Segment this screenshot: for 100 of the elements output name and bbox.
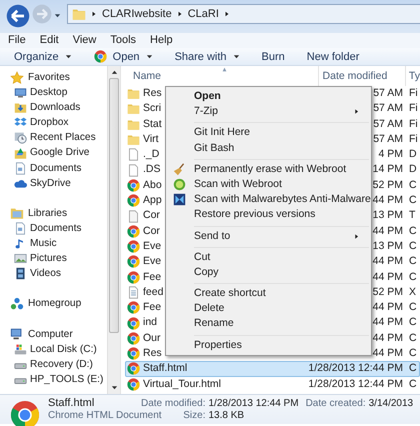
file-type: C (409, 300, 418, 316)
nav-section[interactable]: Computer (28, 326, 73, 342)
nav-item[interactable]: Documents (30, 160, 82, 176)
file-date: 44 PM (372, 330, 403, 346)
menu-item[interactable]: Edit (40, 33, 59, 48)
file-type: C (409, 376, 418, 392)
nav-item[interactable]: Local Disk (C:) (30, 342, 97, 357)
menu-option[interactable]: Rename (168, 316, 369, 332)
file-name: .DS (143, 162, 161, 178)
nav-item[interactable]: Google Drive (30, 145, 90, 161)
file-name: Eve (143, 254, 162, 270)
toolbar-button[interactable]: Open (94, 48, 153, 66)
menu-option[interactable]: Cut (168, 250, 369, 265)
detail-value: 1/28/2013 12:44 PM (208, 398, 299, 410)
menu-item[interactable]: File (8, 33, 26, 48)
menu-option[interactable]: Send to (168, 228, 369, 244)
nav-item[interactable]: Documents (30, 220, 82, 236)
selected-file-row[interactable]: Staff.html 1/28/2013 12:44 PM C (125, 361, 420, 377)
file-type: Chrome HTML Document (48, 410, 162, 422)
file-name: Scri (143, 101, 162, 116)
file-date: 1/28/2013 12:44 PM (308, 361, 403, 376)
file-type: C (409, 346, 418, 362)
file-type: C (409, 224, 418, 239)
nav-item[interactable]: Videos (30, 266, 61, 282)
menu-option[interactable]: 7-Zip (168, 104, 369, 120)
file-date: 57 AM (373, 86, 403, 101)
detail-label: Date modified: (141, 398, 206, 410)
nav-section[interactable]: Favorites (28, 70, 70, 86)
file-name: Res (143, 86, 162, 101)
menu-option[interactable]: Open (168, 89, 369, 104)
nav-item[interactable]: Dropbox (30, 115, 69, 130)
file-type: Fi (409, 132, 419, 147)
menu-item[interactable]: View (72, 33, 96, 48)
file-type: D (409, 147, 418, 162)
file-name: Cor (143, 208, 160, 224)
menu-option[interactable]: Restore previous versions (168, 207, 369, 222)
toolbar-button[interactable]: New folder (306, 48, 360, 66)
file-date: 44 PM (372, 254, 403, 270)
file-name: Stat (143, 116, 162, 132)
nav-section[interactable]: Libraries (28, 206, 68, 221)
menu-option[interactable]: Delete (168, 301, 369, 316)
menu-option[interactable]: Scan with Malwarebytes Anti-Malware (168, 192, 369, 208)
menu-option[interactable]: Properties (168, 338, 369, 353)
detail-value: 3/14/2013 (368, 398, 414, 410)
file-type: C (409, 238, 418, 254)
file-type: X (409, 284, 418, 300)
file-name: ind (143, 315, 158, 330)
menu-option[interactable]: Create shortcut (168, 286, 369, 302)
file-name: App (143, 193, 162, 208)
file-date: 57 AM (373, 132, 403, 147)
address-bar[interactable]: CLARIwebsite CLaRI (67, 4, 420, 24)
file-name: Res (143, 346, 162, 362)
file-type: Fi (409, 101, 419, 116)
nav-item[interactable]: Desktop (30, 85, 68, 100)
file-type: T (409, 208, 416, 224)
breadcrumb[interactable]: CLaRI (188, 6, 219, 22)
menu-option[interactable]: Permanently erase with Webroot (168, 162, 369, 177)
toolbar-button[interactable]: Share with (174, 48, 240, 66)
nav-item[interactable]: Recovery (D:) (30, 356, 93, 372)
menu-item[interactable]: Tools (110, 33, 136, 48)
toolbar-button[interactable]: Organize (14, 48, 72, 66)
breadcrumb[interactable]: CLARIwebsite (102, 6, 172, 22)
detail-label: Date created: (306, 398, 366, 410)
file-date: 52 PM (372, 284, 403, 300)
file-type: C (409, 361, 418, 376)
file-date: 44 PM (372, 193, 403, 208)
file-type: C (409, 193, 418, 208)
file-type: C (409, 330, 418, 346)
file-date: 44 PM (372, 270, 403, 285)
menu-option[interactable]: Copy (168, 264, 369, 280)
file-name: ._D (143, 147, 160, 162)
nav-item[interactable]: Pictures (30, 251, 67, 266)
file-date: 44 PM (372, 346, 403, 362)
file-date: 44 PM (372, 300, 403, 316)
file-name: Staff.html (143, 361, 188, 376)
file-type: Fi (409, 116, 419, 132)
menu-item[interactable]: Help (150, 33, 173, 48)
nav-item[interactable]: Music (30, 236, 57, 252)
file-name: Abo (143, 178, 162, 193)
file-date: 57 AM (373, 116, 403, 132)
column-header[interactable]: Ty (406, 66, 420, 86)
file-name: Fee (143, 270, 162, 285)
file-name: Virt (143, 132, 159, 147)
menu-option[interactable]: Git Bash (168, 140, 369, 156)
nav-item[interactable]: Downloads (30, 100, 80, 116)
file-date: 4 PM (378, 147, 403, 162)
menu-option[interactable]: Git Init Here (168, 125, 369, 141)
file-type: D (409, 162, 418, 178)
toolbar-button[interactable]: Burn (262, 48, 285, 66)
nav-item[interactable]: Recent Places (30, 130, 96, 146)
nav-item[interactable]: SkyDrive (30, 176, 71, 191)
nav-item[interactable]: HP_TOOLS (E:) (30, 372, 104, 387)
file-date: 1/28/2013 12:44 PM (308, 376, 403, 392)
menu-option[interactable]: Scan with Webroot (168, 176, 369, 192)
file-date: 44 PM (372, 224, 403, 239)
file-type: C (409, 270, 418, 285)
file-date: 52 PM (372, 178, 403, 193)
file-type: C (409, 315, 418, 330)
file-name: Fee (143, 300, 162, 316)
nav-section[interactable]: Homegroup (28, 296, 82, 312)
